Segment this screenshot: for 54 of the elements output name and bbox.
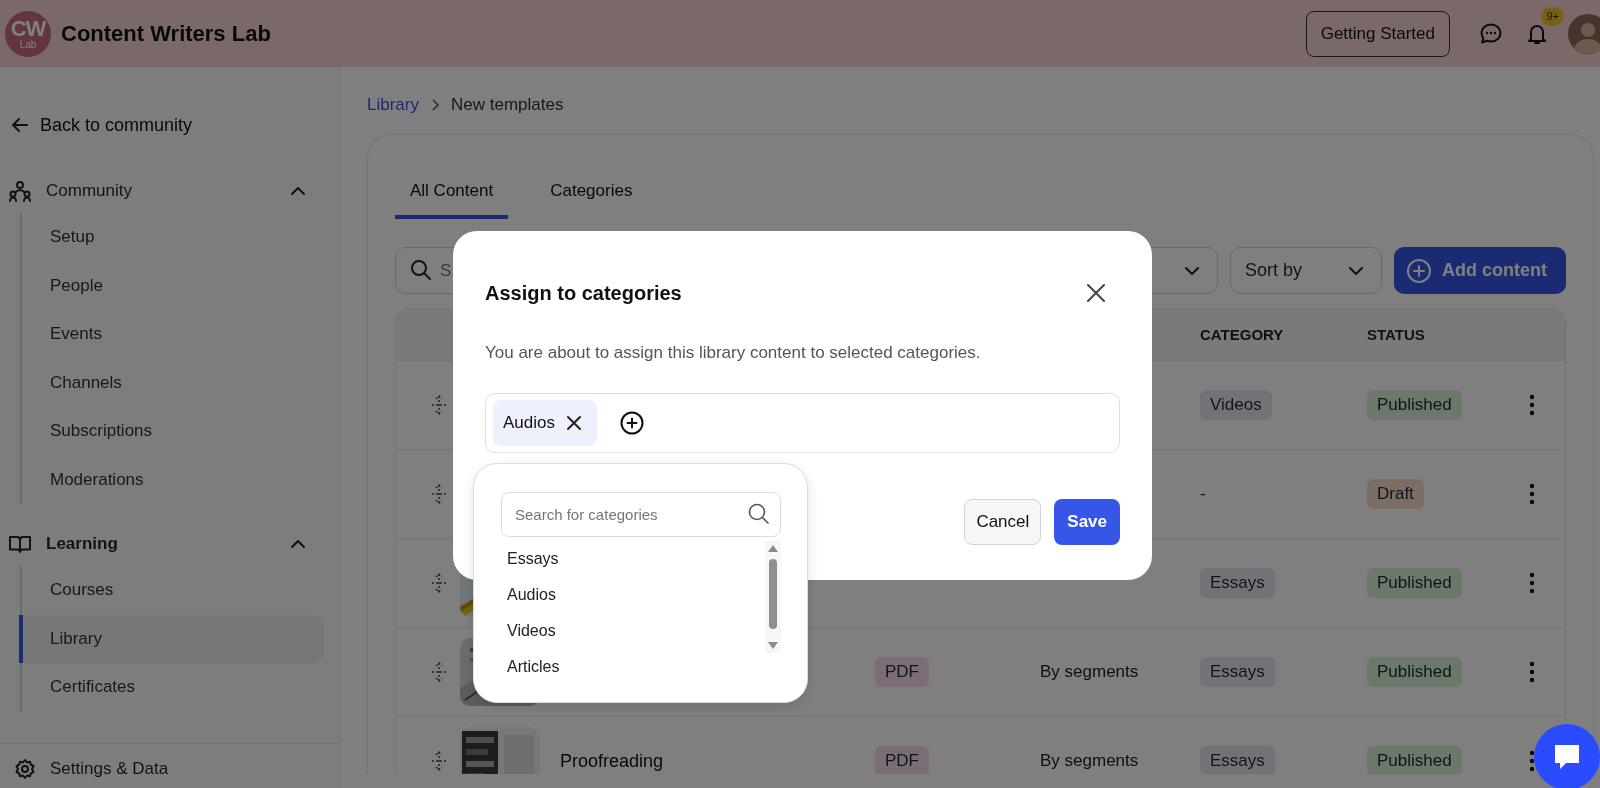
sort-dropdown[interactable]: Sort by bbox=[1230, 247, 1382, 294]
sidebar-item[interactable]: Subscriptions bbox=[22, 407, 324, 456]
notification-badge: 9+ bbox=[1541, 6, 1564, 26]
dialog-description: You are about to assign this library content to selected categories. bbox=[485, 343, 982, 363]
file-type-tag: PDF bbox=[875, 657, 929, 687]
sidebar-item[interactable]: Certificates bbox=[22, 663, 324, 712]
empty-category: - bbox=[1200, 484, 1206, 504]
category-option[interactable]: Videos bbox=[501, 613, 560, 649]
sidebar-item[interactable]: Courses bbox=[22, 566, 324, 615]
sidebar-item[interactable]: Channels bbox=[22, 358, 324, 407]
breadcrumb-current: New templates bbox=[450, 95, 564, 115]
getting-started-button[interactable]: Getting Started bbox=[1305, 10, 1450, 57]
access-text: By segments bbox=[1040, 662, 1139, 682]
breadcrumb-link[interactable]: Library bbox=[367, 95, 419, 115]
category-input[interactable]: Audios bbox=[485, 393, 1120, 453]
content-title[interactable]: Proofreading bbox=[560, 750, 664, 772]
column-header: STATUS bbox=[1367, 326, 1426, 343]
cancel-button[interactable]: Cancel bbox=[964, 499, 1042, 545]
status-tag: Published bbox=[1367, 390, 1462, 420]
status-tag: Draft bbox=[1367, 479, 1424, 509]
logo-caption: Lab bbox=[19, 39, 37, 50]
tab[interactable]: Categories bbox=[535, 177, 648, 219]
back-link-label[interactable]: Back to community bbox=[40, 114, 193, 136]
category-tag: Videos bbox=[1200, 390, 1272, 420]
sidebar-item[interactable]: Events bbox=[22, 310, 324, 359]
save-button[interactable]: Save bbox=[1054, 499, 1120, 545]
sidebar-item[interactable]: People bbox=[22, 261, 324, 310]
add-content-button[interactable]: Add content bbox=[1394, 247, 1566, 294]
sidebar-section[interactable]: Learning bbox=[0, 526, 339, 562]
sidebar-section[interactable]: Community bbox=[0, 173, 339, 209]
sidebar-item[interactable]: Library bbox=[19, 614, 324, 663]
settings-label[interactable]: Settings & Data bbox=[50, 759, 169, 779]
category-tag: Essays bbox=[1200, 746, 1275, 774]
app-title: Content Writers Lab bbox=[61, 20, 271, 47]
status-tag: Published bbox=[1367, 657, 1462, 687]
file-type-tag: PDF bbox=[875, 746, 929, 774]
category-tag: Essays bbox=[1200, 657, 1275, 687]
access-text: By segments bbox=[1040, 751, 1139, 771]
section-label[interactable]: Learning bbox=[46, 534, 273, 554]
status-tag: Published bbox=[1367, 568, 1462, 598]
category-chip[interactable]: Audios bbox=[493, 400, 597, 446]
section-label[interactable]: Community bbox=[46, 181, 273, 201]
category-tag: Essays bbox=[1200, 568, 1275, 598]
logo-initials: CW bbox=[10, 17, 46, 40]
category-search-field[interactable]: Search for categories bbox=[501, 492, 781, 537]
back-link[interactable]: Back to community bbox=[0, 113, 339, 137]
dialog-title: Assign to categories bbox=[485, 281, 682, 305]
sidebar-item[interactable]: Setup bbox=[22, 213, 324, 262]
column-header: CATEGORY bbox=[1200, 326, 1285, 343]
category-option[interactable]: Articles bbox=[501, 649, 560, 685]
tab[interactable]: All Content bbox=[395, 177, 509, 219]
sidebar-item[interactable]: Moderations bbox=[22, 455, 324, 504]
settings-link[interactable]: Settings & Data bbox=[0, 743, 339, 788]
status-tag: Published bbox=[1367, 746, 1462, 774]
